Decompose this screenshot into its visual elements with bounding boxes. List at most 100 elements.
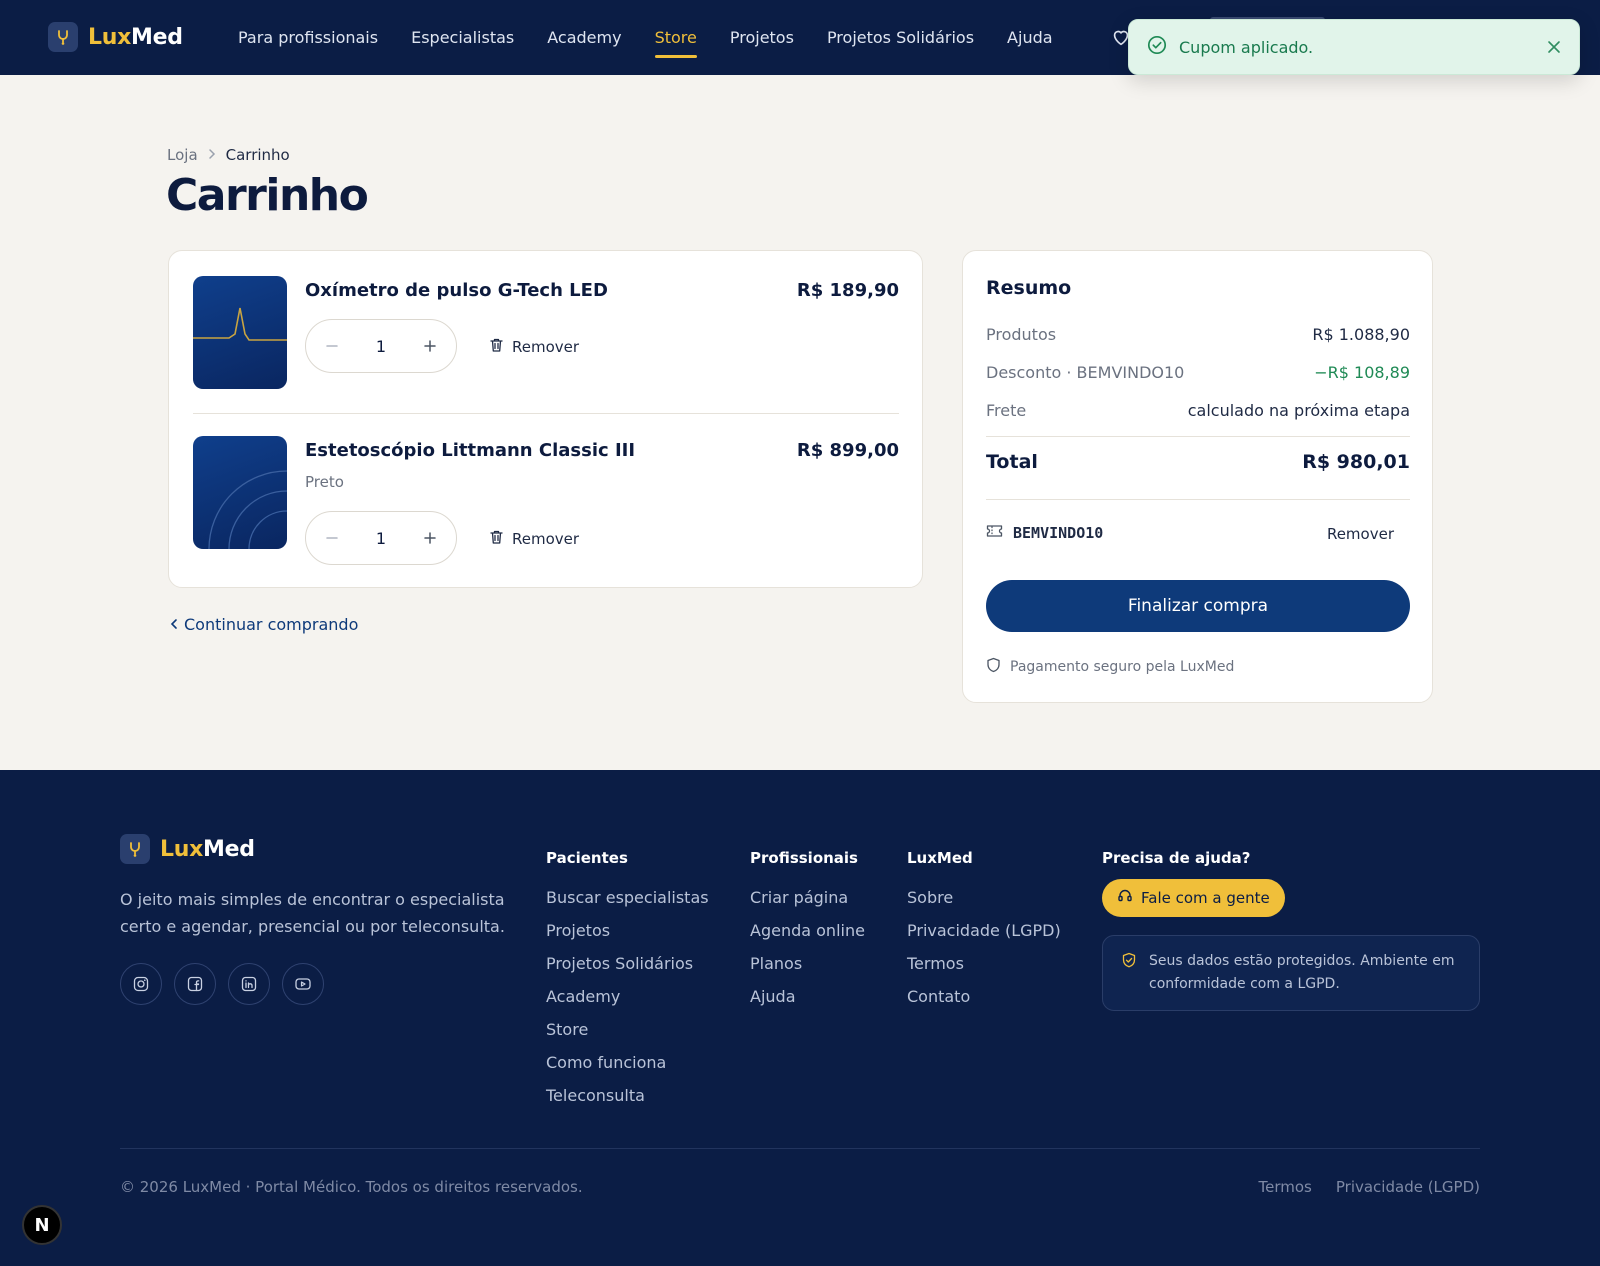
remove-coupon-button[interactable]: Remover (1327, 525, 1394, 543)
footer-heading: Pacientes (546, 849, 628, 867)
nav-projetos-solidarios[interactable]: Projetos Solidários (827, 0, 974, 75)
shipping-label: Frete (986, 401, 1027, 420)
nav-projetos[interactable]: Projetos (730, 0, 794, 75)
increase-quantity-button[interactable] (418, 526, 442, 550)
footer-col-profissionais: Profissionais Criar página Agenda online… (750, 849, 865, 1020)
footer-link[interactable]: Criar página (750, 888, 865, 921)
divider (986, 499, 1410, 500)
chevron-left-icon (170, 615, 178, 634)
quantity-stepper: 1 (305, 511, 457, 565)
lgpd-text: Seus dados estão protegidos. Ambiente em… (1149, 953, 1455, 992)
main-nav: Para profissionais Especialistas Academy… (238, 0, 1086, 75)
quantity-value[interactable]: 1 (376, 337, 386, 356)
nav-para-profissionais[interactable]: Para profissionais (238, 0, 378, 75)
applied-coupon: BEMVINDO10 (986, 523, 1103, 542)
footer-col-luxmed: LuxMed Sobre Privacidade (LGPD) Termos C… (907, 849, 1061, 1020)
remove-label: Remover (512, 338, 580, 356)
continue-label: Continuar comprando (184, 615, 359, 634)
footer-link[interactable]: Planos (750, 954, 865, 987)
coupon-code: BEMVINDO10 (1013, 523, 1104, 542)
item-variant: Preto (305, 473, 344, 491)
toast-notification: Cupom aplicado. (1128, 19, 1580, 75)
total-value: R$ 980,01 (1302, 451, 1410, 473)
footer-link[interactable]: Como funciona (546, 1053, 709, 1086)
nav-store[interactable]: Store (654, 0, 698, 75)
toast-message: Cupom aplicado. (1179, 37, 1314, 57)
summary-title: Resumo (986, 277, 1072, 299)
instagram-icon[interactable] (120, 963, 162, 1005)
cart-items-card: Oxímetro de pulso G-Tech LED R$ 189,90 1… (168, 250, 923, 588)
breadcrumb-current: Carrinho (225, 146, 290, 164)
site-footer: LuxMed O jeito mais simples de encontrar… (0, 770, 1600, 1266)
breadcrumb: Loja Carrinho (167, 146, 290, 164)
remove-label: Remover (512, 530, 580, 548)
brand-logo[interactable]: LuxMed (48, 22, 183, 52)
decrease-quantity-button[interactable] (320, 526, 344, 550)
remove-item-button[interactable]: Remover (489, 529, 579, 549)
product-image-oximeter[interactable] (193, 276, 287, 389)
footer-link[interactable]: Buscar especialistas (546, 888, 709, 921)
social-links (120, 963, 324, 1005)
footer-link[interactable]: Projetos (546, 921, 709, 954)
trash-icon (489, 529, 504, 549)
discount-value: −R$ 108,89 (1314, 363, 1410, 382)
footer-link[interactable]: Teleconsulta (546, 1086, 709, 1119)
headset-icon (1117, 888, 1133, 908)
footer-link[interactable]: Privacidade (LGPD) (907, 921, 1061, 954)
footer-legal-terms[interactable]: Termos (1259, 1178, 1312, 1196)
item-name[interactable]: Estetoscópio Littmann Classic III (305, 440, 635, 461)
nextjs-dev-badge[interactable]: N (22, 1205, 62, 1245)
remove-item-button[interactable]: Remover (489, 337, 579, 357)
continue-shopping-link[interactable]: Continuar comprando (170, 615, 358, 634)
shipping-value: calculado na próxima etapa (1187, 401, 1410, 420)
footer-col-pacientes: Pacientes Buscar especialistas Projetos … (546, 849, 709, 1119)
footer-divider (120, 1148, 1480, 1149)
total-label: Total (986, 451, 1038, 473)
checkout-button[interactable]: Finalizar compra (986, 580, 1410, 632)
footer-brand-logo[interactable]: LuxMed (120, 834, 255, 864)
cart-item: Estetoscópio Littmann Classic III R$ 899… (193, 436, 899, 566)
contact-us-label: Fale com a gente (1141, 889, 1270, 907)
summary-row-products: Produtos R$ 1.088,90 (986, 325, 1410, 344)
trash-icon (489, 337, 504, 357)
lgpd-notice: Seus dados estão protegidos. Ambiente em… (1102, 935, 1480, 1011)
nav-academy[interactable]: Academy (547, 0, 621, 75)
linkedin-icon[interactable] (228, 963, 270, 1005)
ticket-icon (986, 523, 1003, 542)
decrease-quantity-button[interactable] (320, 334, 344, 358)
footer-link[interactable]: Sobre (907, 888, 1061, 921)
copyright: © 2026 LuxMed · Portal Médico. Todos os … (120, 1178, 583, 1196)
footer-link[interactable]: Ajuda (750, 987, 865, 1020)
breadcrumb-loja[interactable]: Loja (167, 146, 198, 164)
youtube-icon[interactable] (282, 963, 324, 1005)
discount-label: Desconto · BEMVINDO10 (986, 363, 1185, 382)
shield-icon (986, 657, 1001, 677)
footer-heading: Profissionais (750, 849, 858, 867)
footer-heading: LuxMed (907, 849, 973, 867)
order-summary-card: Resumo Produtos R$ 1.088,90 Desconto · B… (962, 250, 1433, 703)
quantity-stepper: 1 (305, 319, 457, 373)
product-image-stethoscope[interactable] (193, 436, 287, 549)
footer-heading: Precisa de ajuda? (1102, 849, 1251, 867)
footer-wordmark: LuxMed (160, 836, 255, 862)
footer-link[interactable]: Projetos Solidários (546, 954, 709, 987)
footer-link[interactable]: Store (546, 1020, 709, 1053)
item-name[interactable]: Oxímetro de pulso G-Tech LED (305, 280, 608, 301)
contact-us-button[interactable]: Fale com a gente (1102, 879, 1285, 917)
chevron-right-icon (208, 146, 216, 164)
brand-wordmark: LuxMed (88, 24, 183, 50)
footer-legal-links: Termos Privacidade (LGPD) (1259, 1178, 1480, 1196)
nav-especialistas[interactable]: Especialistas (411, 0, 514, 75)
nav-ajuda[interactable]: Ajuda (1007, 0, 1053, 75)
divider (986, 436, 1410, 437)
footer-link[interactable]: Academy (546, 987, 709, 1020)
footer-legal-privacy[interactable]: Privacidade (LGPD) (1336, 1178, 1480, 1196)
footer-link[interactable]: Termos (907, 954, 1061, 987)
footer-link[interactable]: Contato (907, 987, 1061, 1020)
page-title: Carrinho (166, 170, 369, 221)
close-icon[interactable] (1547, 37, 1561, 57)
footer-link[interactable]: Agenda online (750, 921, 865, 954)
quantity-value[interactable]: 1 (376, 529, 386, 548)
increase-quantity-button[interactable] (418, 334, 442, 358)
facebook-icon[interactable] (174, 963, 216, 1005)
